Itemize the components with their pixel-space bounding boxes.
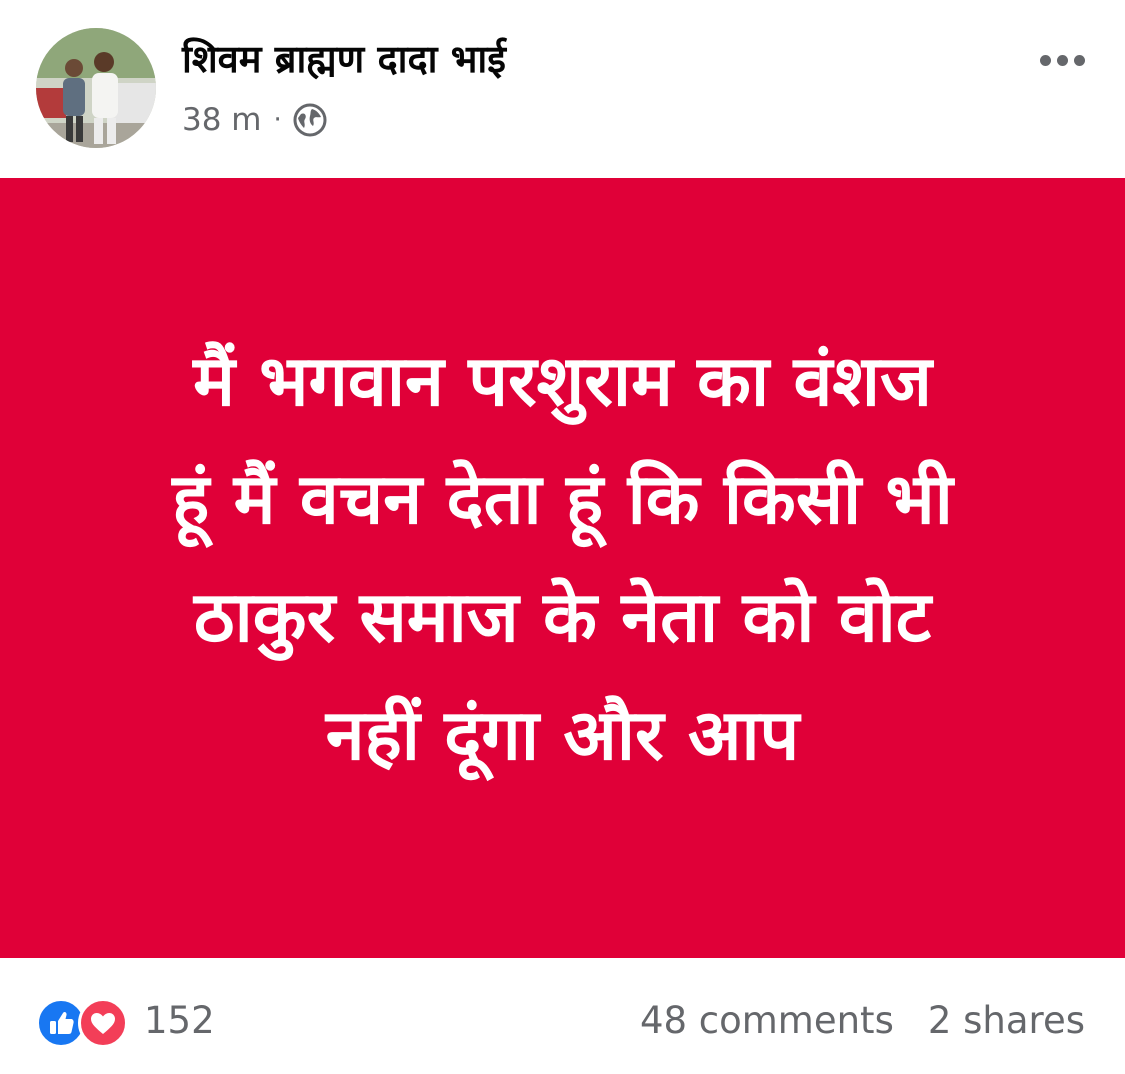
reaction-count: 152 [144, 998, 215, 1042]
post-header: शिवम ब्राह्मण दादा भाई 38 m · [0, 0, 1125, 178]
more-options-dot [1056, 54, 1068, 66]
meta-separator: · [273, 105, 282, 135]
card-line: ठाकुर समाज के नेता को वोट [193, 576, 932, 658]
facebook-post: शिवम ब्राह्मण दादा भाई 38 m · मैं भगवान … [0, 0, 1125, 1074]
card-line: नहीं दूंगा और आप [325, 694, 800, 776]
post-footer: 152 48 comments 2 shares [0, 958, 1125, 1074]
card-line: मैं भगवान परशुराम का वंशज [193, 340, 932, 422]
post-card-text: मैं भगवान परशुराम का वंशज हूं मैं वचन दे… [83, 322, 1043, 794]
love-icon [78, 998, 128, 1048]
comments-count-link[interactable]: 48 comments [640, 999, 894, 1042]
author-avatar[interactable] [36, 28, 156, 148]
globe-icon[interactable] [292, 102, 328, 138]
engagement-stats: 48 comments 2 shares [640, 996, 1085, 1044]
more-options-icon [1039, 54, 1051, 66]
card-line: हूं मैं वचन देता हूं कि किसी भी [172, 458, 953, 540]
more-options-button[interactable] [1035, 40, 1089, 80]
reactions-summary[interactable]: 152 [36, 996, 215, 1048]
post-meta: 38 m · [182, 96, 328, 144]
post-timestamp[interactable]: 38 m [182, 102, 262, 138]
more-options-dot [1073, 54, 1085, 66]
post-text-card[interactable]: मैं भगवान परशुराम का वंशज हूं मैं वचन दे… [0, 178, 1125, 958]
author-name[interactable]: शिवम ब्राह्मण दादा भाई [182, 34, 506, 84]
shares-count-link[interactable]: 2 shares [928, 999, 1085, 1042]
reaction-icons [36, 996, 134, 1048]
avatar-photo [36, 28, 156, 148]
